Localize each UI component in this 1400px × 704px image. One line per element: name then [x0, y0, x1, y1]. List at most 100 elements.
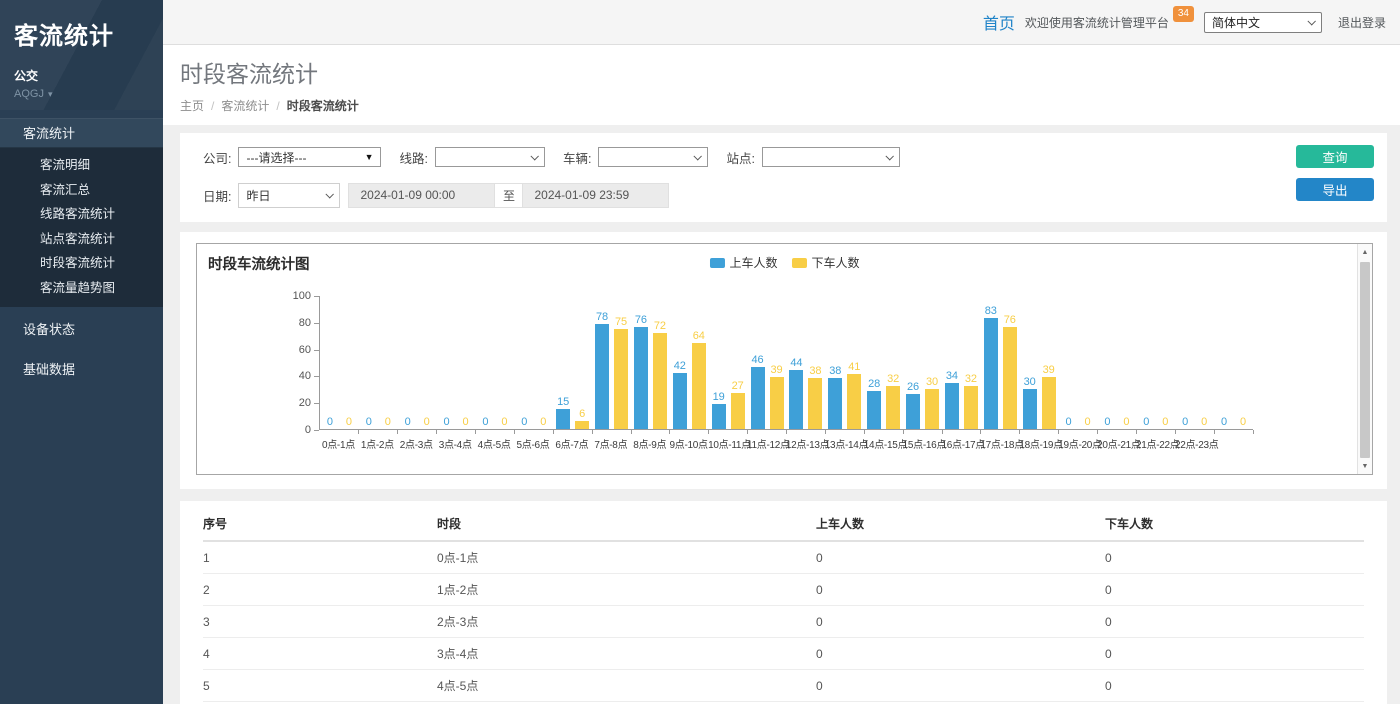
bar-value-label: 0: [521, 416, 527, 428]
table-row-4[interactable]: 54点-5点00: [203, 670, 1364, 702]
sidebar-subitem-2[interactable]: 线路客流统计: [0, 202, 163, 227]
bar-value-label: 38: [829, 365, 841, 377]
table-cell: 5: [203, 670, 437, 702]
bar-column: 0: [1118, 416, 1135, 429]
x-axis-label: 11点-12点: [747, 436, 786, 451]
x-axis-label: 9点-10点: [669, 436, 708, 451]
bar: [945, 383, 959, 429]
station-select[interactable]: [762, 147, 900, 167]
date-from-input[interactable]: 2024-01-09 00:00: [348, 183, 495, 208]
chart-panel: 时段车流统计图 上车人数下车人数 00000000000015678757672…: [180, 232, 1387, 489]
table-body: 10点-1点0021点-2点0032点-3点0043点-4点0054点-5点00…: [203, 541, 1364, 704]
bar-value-label: 0: [327, 416, 333, 428]
bar-column: 0: [477, 416, 494, 429]
welcome-text: 欢迎使用客流统计管理平台: [1025, 14, 1169, 31]
bar-column: 64: [690, 330, 707, 429]
bar-group-17: 8376: [981, 295, 1020, 429]
bar-group-22: 00: [1175, 295, 1214, 429]
bar-value-label: 0: [1104, 416, 1110, 428]
bar-column: 0: [496, 416, 513, 429]
bar-value-label: 0: [1066, 416, 1072, 428]
notification-badge[interactable]: 34: [1173, 6, 1194, 22]
bar-group-19: 00: [1059, 295, 1098, 429]
table-row-3[interactable]: 43点-4点00: [203, 638, 1364, 670]
legend-label: 上车人数: [729, 254, 777, 271]
bar-group-21: 00: [1136, 295, 1175, 429]
date-to-input[interactable]: 2024-01-09 23:59: [522, 183, 669, 208]
chart-scrollbar[interactable]: ▲ ▼: [1357, 244, 1372, 474]
bar-value-label: 26: [907, 381, 919, 393]
x-axis-label: 6点-7点: [552, 436, 591, 451]
bar-column: 42: [671, 360, 688, 429]
bar-column: 32: [962, 373, 979, 429]
x-axis-label: 0点-1点: [319, 436, 358, 451]
line-select[interactable]: [435, 147, 545, 167]
sidebar-subitem-5[interactable]: 客流量趋势图: [0, 276, 163, 301]
legend-label: 下车人数: [812, 254, 860, 271]
bar-column: 28: [866, 378, 883, 429]
breadcrumb-item-2: 时段客流统计: [287, 97, 359, 114]
bar-value-label: 0: [463, 416, 469, 428]
sidebar-section-base-data[interactable]: 基础数据: [0, 353, 163, 387]
bar-value-label: 15: [557, 396, 569, 408]
date-preset-value: 昨日: [246, 187, 270, 204]
bar-column: 19: [710, 391, 727, 429]
bar-column: 75: [613, 316, 630, 430]
y-axis-tick: [314, 350, 319, 351]
user-menu[interactable]: AQGJ ▾: [14, 88, 149, 100]
sidebar-subitem-4[interactable]: 时段客流统计: [0, 251, 163, 276]
table-row-1[interactable]: 21点-2点00: [203, 574, 1364, 606]
x-axis-label: 18点-19点: [1019, 436, 1058, 451]
chart-xlabels: 0点-1点1点-2点2点-3点3点-4点4点-5点5点-6点6点-7点7点-8点…: [319, 436, 1279, 451]
page-title: 时段客流统计: [180, 55, 1400, 89]
bar-value-label: 39: [1043, 364, 1055, 376]
bar-column: 0: [1060, 416, 1077, 429]
filter-panel: 公司: ---请选择--- ▼ 线路: 车辆: 站点: 日期:: [180, 133, 1387, 222]
breadcrumb-item-0[interactable]: 主页: [180, 97, 204, 114]
export-button[interactable]: 导出: [1296, 178, 1374, 201]
table-cell: 1点-2点: [437, 574, 816, 606]
breadcrumb-item-1[interactable]: 客流统计: [221, 97, 269, 114]
sidebar-section-device-status[interactable]: 设备状态: [0, 313, 163, 347]
bar-column: 26: [905, 381, 922, 429]
bar-value-label: 0: [540, 416, 546, 428]
vehicle-select[interactable]: [598, 147, 708, 167]
table-cell: 0: [1105, 606, 1364, 638]
scroll-down-icon[interactable]: ▼: [1358, 459, 1372, 473]
language-select[interactable]: 简体中文: [1204, 12, 1322, 33]
sidebar-subitem-3[interactable]: 站点客流统计: [0, 227, 163, 252]
sidebar-subitem-1[interactable]: 客流汇总: [0, 178, 163, 203]
bar-column: 0: [321, 416, 338, 429]
bar-column: 38: [827, 365, 844, 429]
bar-group-12: 4438: [787, 295, 826, 429]
table-cell: 0: [1105, 670, 1364, 702]
bar: [1003, 327, 1017, 429]
y-axis-tick: [314, 430, 319, 431]
legend-item-0[interactable]: 上车人数: [709, 254, 777, 271]
query-button[interactable]: 查询: [1296, 145, 1374, 168]
company-select[interactable]: ---请选择--- ▼: [238, 147, 381, 167]
scroll-up-icon[interactable]: ▲: [1358, 245, 1372, 259]
x-axis-label: 16点-17点: [942, 436, 981, 451]
logout-link[interactable]: 退出登录: [1338, 14, 1386, 31]
bar-group-1: 00: [359, 295, 398, 429]
home-link[interactable]: 首页: [983, 10, 1015, 34]
y-axis-label: 0: [275, 424, 311, 436]
filter-row-2: 日期: 昨日 2024-01-09 00:00 至 2024-01-09 23:…: [203, 181, 1277, 209]
bar-value-label: 78: [596, 311, 608, 323]
sidebar-section-passenger-stats[interactable]: 客流统计: [0, 118, 163, 148]
bar-group-20: 00: [1098, 295, 1137, 429]
scrollbar-thumb[interactable]: [1360, 262, 1370, 458]
station-label: 站点:: [726, 148, 754, 167]
bar-value-label: 0: [346, 416, 352, 428]
legend-item-1[interactable]: 下车人数: [792, 254, 860, 271]
x-axis-label: 4点-5点: [475, 436, 514, 451]
sidebar-subitem-0[interactable]: 客流明细: [0, 153, 163, 178]
x-axis-label: 17点-18点: [980, 436, 1019, 451]
chevron-down-icon: [694, 152, 702, 160]
table-row-2[interactable]: 32点-3点00: [203, 606, 1364, 638]
bar-value-label: 32: [965, 373, 977, 385]
table-row-0[interactable]: 10点-1点00: [203, 541, 1364, 574]
date-preset-select[interactable]: 昨日: [238, 183, 340, 208]
table-cell: 0: [816, 670, 1105, 702]
